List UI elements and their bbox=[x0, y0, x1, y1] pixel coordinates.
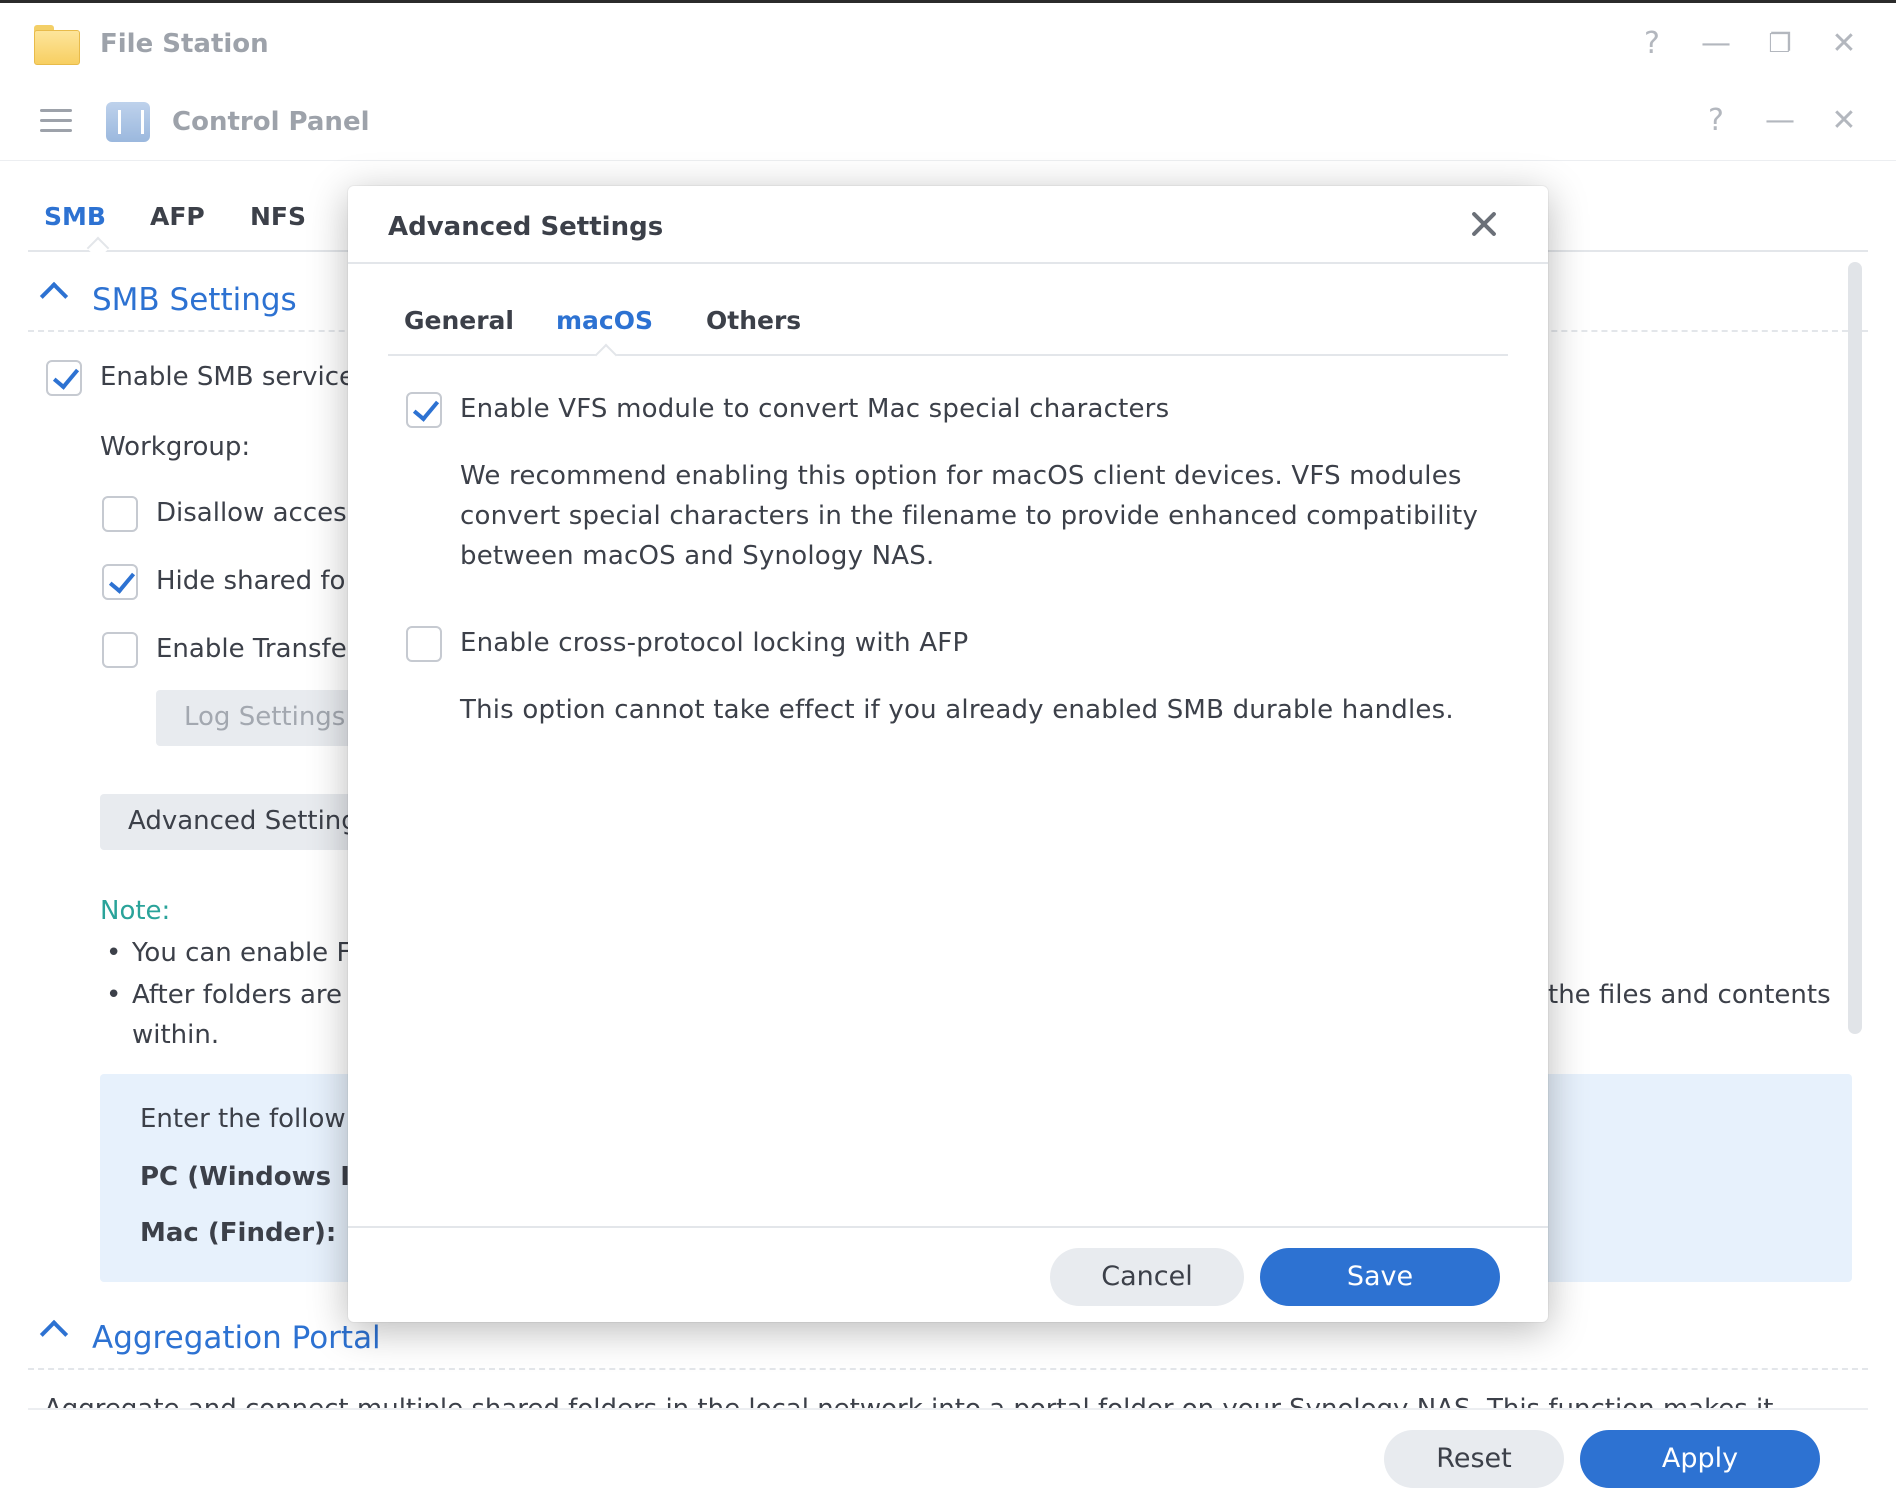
scrollbar[interactable] bbox=[1848, 262, 1862, 1034]
disallow-access-checkbox[interactable] bbox=[102, 496, 138, 532]
control-panel-close-icon[interactable]: ✕ bbox=[1826, 103, 1862, 139]
pc-windows-label: PC (Windows I bbox=[140, 1162, 350, 1192]
note-bullet-dot: • bbox=[106, 938, 122, 968]
enable-smb-label: Enable SMB service bbox=[100, 362, 355, 392]
advanced-settings-button[interactable]: Advanced Settings bbox=[100, 794, 356, 850]
active-tab-caret bbox=[594, 343, 618, 367]
control-panel-title: Control Panel bbox=[172, 107, 370, 137]
hide-shared-checkbox[interactable] bbox=[102, 564, 138, 600]
disallow-access-label: Disallow access bbox=[156, 498, 361, 528]
close-icon[interactable] bbox=[1466, 206, 1502, 242]
control-panel-footer: Reset Apply bbox=[28, 1408, 1868, 1500]
vfs-module-description-1: We recommend enabling this option for ma… bbox=[460, 461, 1462, 491]
vfs-module-label: Enable VFS module to convert Mac special… bbox=[460, 394, 1170, 424]
file-station-help-icon[interactable]: ? bbox=[1634, 26, 1670, 62]
control-panel-icon bbox=[106, 102, 150, 142]
vfs-module-description-2: convert special characters in the filena… bbox=[460, 501, 1479, 531]
mac-finder-label: Mac (Finder): bbox=[140, 1218, 337, 1248]
reset-button[interactable]: Reset bbox=[1384, 1430, 1564, 1488]
hide-shared-label: Hide shared fo bbox=[156, 566, 346, 596]
info-line: Enter the follow bbox=[140, 1104, 346, 1134]
tab-others[interactable]: Others bbox=[706, 306, 801, 335]
file-station-titlebar: File Station ? — ❐ ✕ bbox=[0, 3, 1896, 83]
enable-transfer-log-label: Enable Transfe bbox=[156, 634, 347, 664]
control-panel-titlebar: Control Panel ? — ✕ bbox=[0, 83, 1896, 161]
vfs-module-description-3: between macOS and Synology NAS. bbox=[460, 541, 935, 571]
dialog-tabs: General macOS Others bbox=[388, 286, 1508, 367]
workgroup-label: Workgroup: bbox=[100, 432, 251, 462]
apply-button[interactable]: Apply bbox=[1580, 1430, 1820, 1488]
note-bullet-2-cont: within. bbox=[132, 1020, 220, 1050]
cross-protocol-locking-checkbox[interactable] bbox=[406, 626, 442, 662]
tab-afp[interactable]: AFP bbox=[150, 202, 205, 231]
folder-icon bbox=[34, 25, 80, 65]
aggregation-portal-title: Aggregation Portal bbox=[92, 1320, 381, 1356]
file-station-restore-icon[interactable]: ❐ bbox=[1762, 26, 1798, 62]
cancel-button[interactable]: Cancel bbox=[1050, 1248, 1244, 1306]
file-station-title: File Station bbox=[100, 29, 269, 59]
tab-general[interactable]: General bbox=[404, 306, 514, 335]
note-bullet-1: You can enable F bbox=[132, 938, 352, 968]
dialog-title: Advanced Settings bbox=[388, 212, 664, 242]
save-button[interactable]: Save bbox=[1260, 1248, 1500, 1306]
note-label: Note: bbox=[100, 896, 171, 926]
tab-macos[interactable]: macOS bbox=[556, 306, 653, 335]
chevron-up-icon[interactable] bbox=[39, 281, 69, 311]
hamburger-icon[interactable] bbox=[40, 107, 72, 135]
cross-protocol-locking-label: Enable cross-protocol locking with AFP bbox=[460, 628, 969, 658]
tab-smb[interactable]: SMB bbox=[44, 202, 106, 231]
log-settings-button[interactable]: Log Settings bbox=[156, 690, 356, 746]
note-bullet-dot: • bbox=[106, 980, 122, 1010]
note-bullet-2: After folders are bbox=[132, 980, 343, 1010]
enable-transfer-log-checkbox[interactable] bbox=[102, 632, 138, 668]
control-panel-help-icon[interactable]: ? bbox=[1698, 103, 1734, 139]
active-tab-caret bbox=[86, 236, 110, 260]
file-station-close-icon[interactable]: ✕ bbox=[1826, 26, 1862, 62]
smb-settings-title: SMB Settings bbox=[92, 282, 297, 318]
note-bullet-2-end: the files and contents bbox=[1548, 980, 1831, 1010]
enable-smb-checkbox[interactable] bbox=[46, 360, 82, 396]
dialog-footer: Cancel Save bbox=[348, 1226, 1548, 1322]
advanced-settings-dialog: Advanced Settings General macOS Others E… bbox=[348, 186, 1548, 1322]
control-panel-minimize-icon[interactable]: — bbox=[1762, 103, 1798, 139]
dialog-header: Advanced Settings bbox=[348, 186, 1548, 264]
file-station-minimize-icon[interactable]: — bbox=[1698, 26, 1734, 62]
tab-nfs[interactable]: NFS bbox=[250, 202, 306, 231]
vfs-module-checkbox[interactable] bbox=[406, 392, 442, 428]
chevron-up-icon[interactable] bbox=[39, 1319, 69, 1349]
cross-protocol-locking-description: This option cannot take effect if you al… bbox=[460, 695, 1454, 725]
